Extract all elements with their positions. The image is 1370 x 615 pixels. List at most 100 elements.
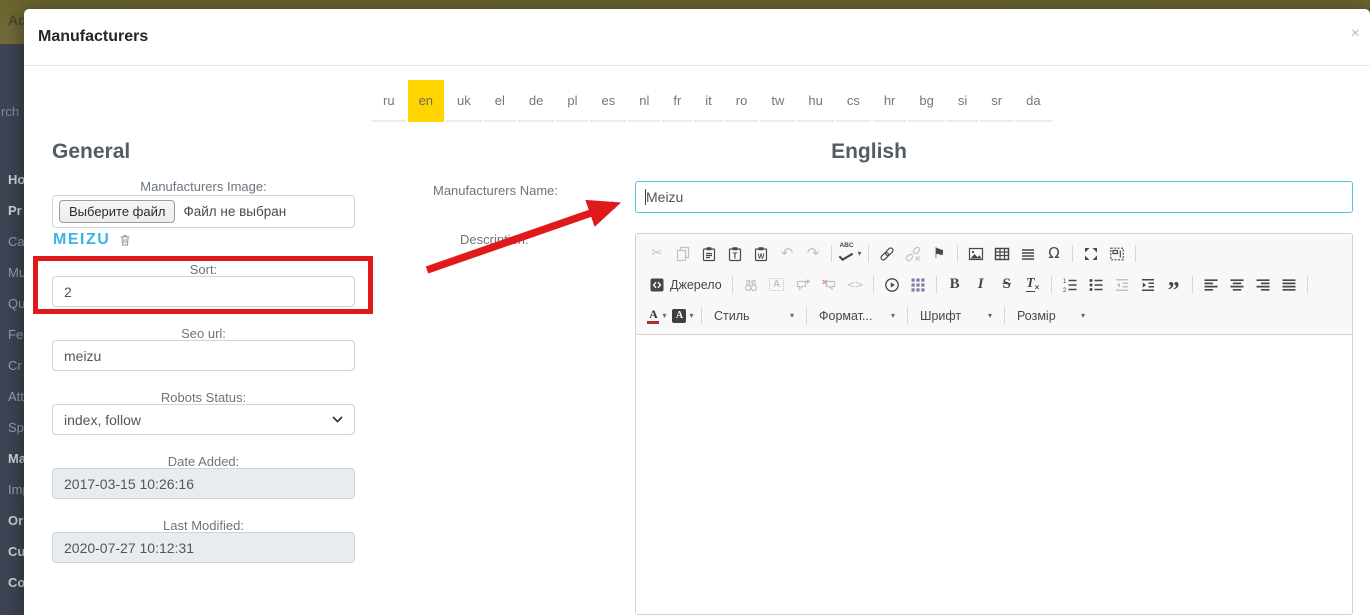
remove-comment-button bbox=[816, 272, 842, 297]
toolbar-separator bbox=[1051, 276, 1052, 293]
tab-uk[interactable]: uk bbox=[446, 80, 482, 122]
align-center-button[interactable] bbox=[1224, 272, 1250, 297]
numbered-list-icon: 12 bbox=[1062, 277, 1078, 293]
tab-el[interactable]: el bbox=[484, 80, 516, 122]
tab-si[interactable]: si bbox=[947, 80, 978, 122]
indent-button[interactable] bbox=[1135, 272, 1161, 297]
paste-button[interactable] bbox=[696, 241, 722, 266]
spell-check-button[interactable]: ABC▾ bbox=[837, 241, 863, 266]
paste-text-button[interactable]: T bbox=[722, 241, 748, 266]
bold-button[interactable]: B bbox=[942, 272, 968, 297]
widget-grid-button[interactable] bbox=[905, 272, 931, 297]
indent-icon bbox=[1140, 277, 1156, 293]
media-embed-button[interactable] bbox=[879, 272, 905, 297]
tab-cs[interactable]: cs bbox=[836, 80, 871, 122]
inline-code-icon: <> bbox=[846, 279, 862, 290]
blockquote-button[interactable]: ” bbox=[1161, 272, 1187, 297]
align-justify-icon bbox=[1281, 277, 1297, 293]
manufacturers-modal: Manufacturers × ruenukeldeplesnlfritrotw… bbox=[24, 9, 1370, 615]
background-color-button[interactable]: A▾ bbox=[670, 303, 696, 328]
remove-comment-icon bbox=[821, 277, 837, 293]
link-button[interactable] bbox=[874, 241, 900, 266]
manufacturers-name-field bbox=[635, 181, 1353, 213]
tab-de[interactable]: de bbox=[518, 80, 554, 122]
background-color-icon: A bbox=[672, 309, 686, 323]
close-icon[interactable]: × bbox=[1351, 25, 1360, 43]
chevron-down-icon bbox=[332, 416, 343, 423]
source-icon bbox=[649, 277, 665, 293]
outdent-icon bbox=[1114, 277, 1130, 293]
styles-combo[interactable]: Стиль▾ bbox=[707, 304, 801, 328]
align-justify-button[interactable] bbox=[1276, 272, 1302, 297]
robots-status-select[interactable]: index, follow bbox=[52, 404, 355, 435]
horizontal-line-button[interactable] bbox=[1015, 241, 1041, 266]
toolbar-row-2: ДжерелоA<>BIST×12” bbox=[644, 269, 1344, 300]
replace-button: A bbox=[764, 272, 790, 297]
image-file-input[interactable]: Выберите файл Файл не выбран bbox=[52, 195, 355, 228]
seo-url-input[interactable] bbox=[52, 340, 355, 371]
paste-word-button[interactable]: W bbox=[748, 241, 774, 266]
remove-format-button[interactable]: T× bbox=[1020, 272, 1046, 297]
general-heading: General bbox=[52, 140, 355, 164]
manufacturer-logo: MEIZU bbox=[53, 231, 110, 249]
maximize-button[interactable] bbox=[1078, 241, 1104, 266]
tab-nl[interactable]: nl bbox=[628, 80, 660, 122]
language-heading: English bbox=[524, 140, 1214, 164]
anchor-flag-button[interactable]: ⚑ bbox=[926, 241, 952, 266]
tab-tw[interactable]: tw bbox=[760, 80, 795, 122]
font-combo[interactable]: Шрифт▾ bbox=[913, 304, 999, 328]
sort-input[interactable] bbox=[52, 276, 355, 307]
tab-hr[interactable]: hr bbox=[873, 80, 907, 122]
tab-ro[interactable]: ro bbox=[725, 80, 759, 122]
align-right-button[interactable] bbox=[1250, 272, 1276, 297]
tab-pl[interactable]: pl bbox=[556, 80, 588, 122]
manufacturers-name-label: Manufacturers Name: bbox=[433, 183, 558, 198]
unlink-icon bbox=[905, 246, 921, 262]
tab-sr[interactable]: sr bbox=[980, 80, 1013, 122]
cut-icon: ✂ bbox=[652, 247, 663, 260]
redo-button: ↷ bbox=[800, 241, 826, 266]
toolbar-separator bbox=[936, 276, 937, 293]
annotation-arrow bbox=[404, 189, 664, 309]
choose-file-button[interactable]: Выберите файл bbox=[59, 200, 175, 223]
manufacturers-name-input[interactable] bbox=[635, 181, 1353, 213]
special-character-button[interactable]: Ω bbox=[1041, 241, 1067, 266]
delete-image-icon[interactable] bbox=[118, 233, 132, 247]
outdent-button bbox=[1109, 272, 1135, 297]
current-image-row: MEIZU bbox=[53, 231, 132, 249]
numbered-list-button[interactable]: 12 bbox=[1057, 272, 1083, 297]
tab-ru[interactable]: ru bbox=[372, 80, 406, 122]
bulleted-list-button[interactable] bbox=[1083, 272, 1109, 297]
undo-icon: ↶ bbox=[781, 246, 794, 261]
svg-text:2: 2 bbox=[1063, 287, 1067, 292]
tab-bg[interactable]: bg bbox=[908, 80, 944, 122]
format-combo[interactable]: Формат...▾ bbox=[812, 304, 902, 328]
size-combo[interactable]: Розмір▾ bbox=[1010, 304, 1092, 328]
tab-da[interactable]: da bbox=[1015, 80, 1051, 122]
paste-icon bbox=[701, 246, 717, 262]
table-button[interactable] bbox=[989, 241, 1015, 266]
tab-es[interactable]: es bbox=[590, 80, 626, 122]
tab-hu[interactable]: hu bbox=[797, 80, 833, 122]
widget-grid-icon bbox=[910, 277, 926, 293]
svg-text:1: 1 bbox=[1063, 278, 1067, 284]
source-button[interactable]: Джерело bbox=[644, 272, 727, 297]
spell-check-icon: ABC bbox=[838, 242, 854, 265]
paste-text-icon: T bbox=[727, 246, 743, 262]
align-left-button[interactable] bbox=[1198, 272, 1224, 297]
show-blocks-button[interactable] bbox=[1104, 241, 1130, 266]
italic-button[interactable]: I bbox=[968, 272, 994, 297]
tab-it[interactable]: it bbox=[694, 80, 723, 122]
editor-content-area[interactable] bbox=[636, 335, 1352, 614]
text-color-button[interactable]: A▾ bbox=[644, 303, 670, 328]
toolbar-separator bbox=[701, 307, 702, 324]
toolbar-separator bbox=[1072, 245, 1073, 262]
strikethrough-button[interactable]: S bbox=[994, 272, 1020, 297]
horizontal-line-icon bbox=[1020, 246, 1036, 262]
svg-text:W: W bbox=[758, 253, 765, 260]
tab-fr[interactable]: fr bbox=[662, 80, 692, 122]
chevron-down-icon: ▾ bbox=[689, 311, 693, 320]
image-button[interactable] bbox=[963, 241, 989, 266]
tab-en[interactable]: en bbox=[408, 80, 444, 122]
language-tabs: ruenukeldeplesnlfritrotwhucshrbgsisrda bbox=[371, 80, 1053, 122]
